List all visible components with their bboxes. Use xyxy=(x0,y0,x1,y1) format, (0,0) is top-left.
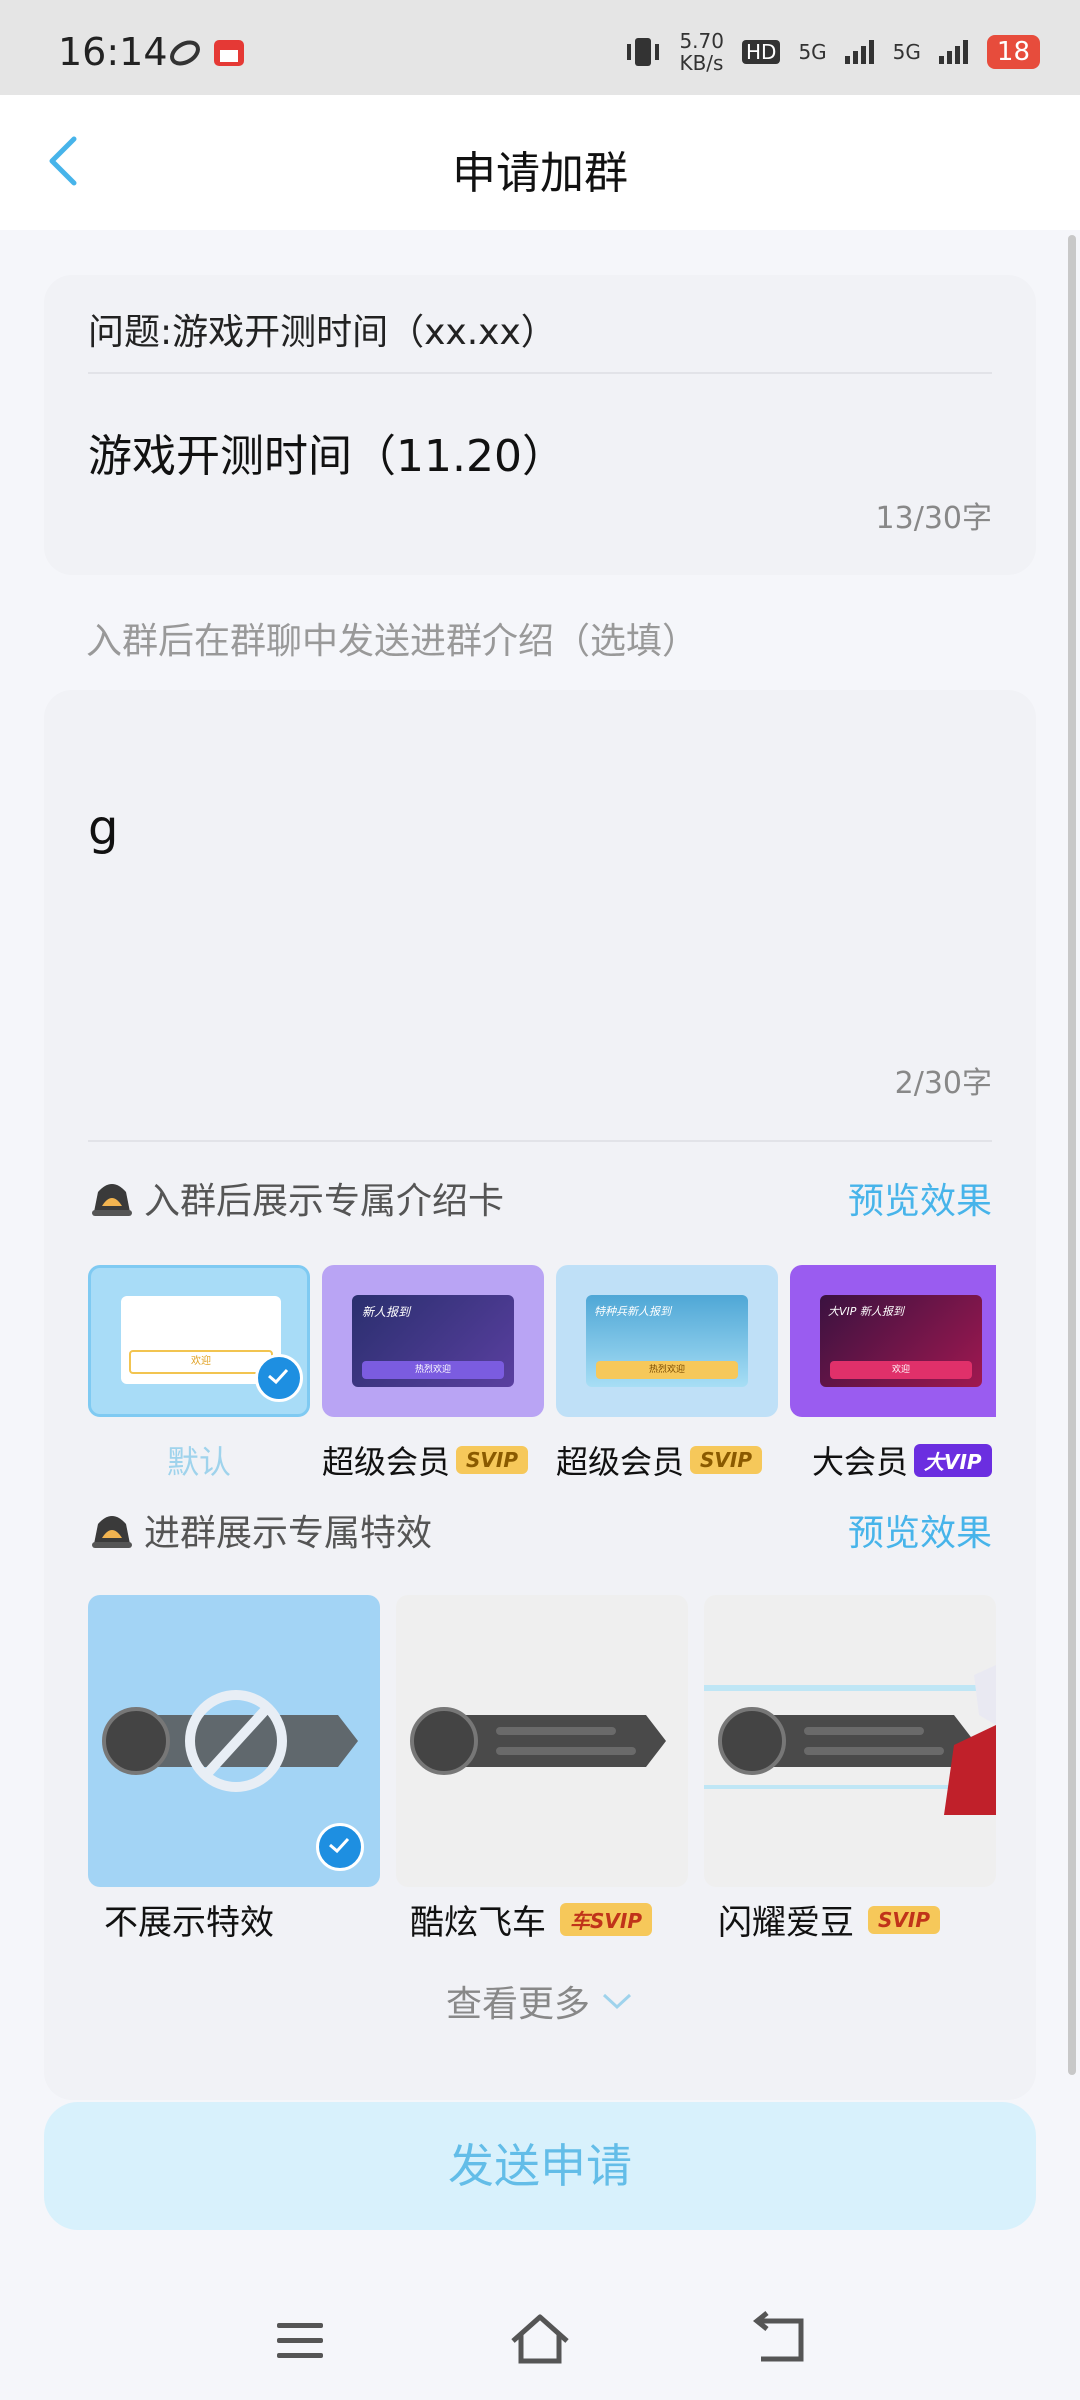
signal-icon xyxy=(844,40,874,64)
effect-label: 不展示特效 xyxy=(104,1895,404,1944)
answer-input[interactable]: 游戏开测时间（11.20） xyxy=(88,420,566,484)
status-right: 5.70 KB/s HD 5G 5G 18 xyxy=(625,30,1040,74)
page-title: 申请加群 xyxy=(452,148,628,199)
network-speed-unit: KB/s xyxy=(679,51,724,75)
hd-badge: HD xyxy=(741,40,781,64)
effect-list: 不展示特效 酷炫飞车 车SVIP 闪耀爱豆 SVIP xyxy=(88,1595,996,1955)
card-preview-button: 欢迎 xyxy=(129,1350,273,1374)
svip-badge: 车SVIP xyxy=(560,1903,652,1936)
intro-card-label-text: 默认 xyxy=(166,1443,231,1481)
effect-label: 酷炫飞车 车SVIP xyxy=(410,1895,710,1944)
question-prompt: 问题:游戏开测时间（xx.xx） xyxy=(88,312,557,353)
card-preview-title: 大VIP 新人报到 xyxy=(828,1305,904,1318)
intro-card-big-vip[interactable]: 大VIP 新人报到 欢迎 xyxy=(790,1265,996,1417)
effect-label-text: 酷炫飞车 xyxy=(410,1903,546,1943)
battery-indicator: 18 xyxy=(986,35,1040,69)
sim1-label: 5G xyxy=(798,40,827,64)
vip-badge: 大VIP xyxy=(914,1443,992,1477)
divider xyxy=(88,1140,992,1142)
app-notification-icon xyxy=(214,40,244,66)
effect-label: 闪耀爱豆 SVIP xyxy=(718,1895,996,1944)
card-preview: 大VIP 新人报到 欢迎 xyxy=(820,1295,982,1387)
view-more-label: 查看更多 xyxy=(445,1984,590,2025)
crown-icon xyxy=(92,1184,132,1216)
effect-bar-graphic xyxy=(704,1665,996,1815)
status-time: 16:14 xyxy=(58,30,168,74)
vibrate-icon xyxy=(627,38,660,66)
selected-check-icon xyxy=(255,1354,303,1402)
answer-char-count: 13/30字 xyxy=(875,501,992,536)
card-preview-button: 热烈欢迎 xyxy=(362,1361,504,1379)
system-nav-bar xyxy=(0,2285,1080,2395)
effect-cool-car[interactable] xyxy=(396,1595,688,1887)
intro-card-default[interactable]: 欢迎 xyxy=(88,1265,310,1417)
chevron-down-icon xyxy=(602,1993,632,2010)
intro-card-label-text: 大会员 xyxy=(812,1443,909,1481)
sim2-label: 5G xyxy=(892,40,921,64)
effect-none[interactable] xyxy=(88,1595,380,1887)
signal-icon xyxy=(938,40,968,64)
effect-section-label: 进群展示专属特效 xyxy=(144,1513,433,1554)
selected-check-icon xyxy=(316,1823,364,1871)
divider xyxy=(88,372,992,374)
network-speed-value: 5.70 xyxy=(679,29,724,53)
back-icon[interactable] xyxy=(745,2305,815,2375)
intro-card-svip-2[interactable]: 特种兵新人报到 热烈欢迎 xyxy=(556,1265,778,1417)
app-header: 申请加群 xyxy=(0,95,1080,230)
card-preview-title: 特种兵新人报到 xyxy=(594,1305,671,1318)
card-preview-button: 热烈欢迎 xyxy=(596,1361,738,1379)
send-request-button[interactable]: 发送申请 xyxy=(44,2102,1036,2230)
effect-label-text: 闪耀爱豆 xyxy=(718,1903,854,1943)
home-icon[interactable] xyxy=(505,2305,575,2375)
effect-section-title: 进群展示专属特效 xyxy=(88,1504,432,1556)
svip-badge: SVIP xyxy=(690,1446,762,1474)
menu-icon[interactable] xyxy=(265,2305,335,2375)
effect-bar-graphic xyxy=(410,1707,666,1775)
card-preview-button: 欢迎 xyxy=(830,1361,972,1379)
card-preview: 特种兵新人报到 热烈欢迎 xyxy=(586,1295,748,1387)
intro-card-preview-link[interactable]: 预览效果 xyxy=(848,1172,992,1224)
intro-card-label-text: 超级会员 xyxy=(556,1443,685,1481)
effect-preview-link[interactable]: 预览效果 xyxy=(848,1504,992,1556)
intro-card-label: 超级会员 SVIP xyxy=(322,1437,562,1483)
intro-card: g 2/30字 入群后展示专属介绍卡 预览效果 欢迎 默认 新人报到 热烈欢迎 … xyxy=(44,690,1036,2100)
intro-input[interactable]: g xyxy=(88,800,118,856)
intro-card-list: 欢迎 默认 新人报到 热烈欢迎 超级会员 SVIP 特种兵新人报到 热烈欢迎 超… xyxy=(88,1265,996,1485)
card-preview-title: 新人报到 xyxy=(362,1305,411,1319)
intro-card-label-text: 超级会员 xyxy=(322,1443,451,1481)
intro-card-section-title: 入群后展示专属介绍卡 xyxy=(88,1172,504,1224)
intro-card-svip-1[interactable]: 新人报到 热烈欢迎 xyxy=(322,1265,544,1417)
scrollbar[interactable] xyxy=(1068,235,1076,2075)
effect-shining-idol[interactable] xyxy=(704,1595,996,1887)
intro-card-label: 超级会员 SVIP xyxy=(556,1437,796,1483)
intro-card-section-label: 入群后展示专属介绍卡 xyxy=(144,1181,505,1222)
effect-label-text: 不展示特效 xyxy=(104,1903,274,1943)
crown-icon xyxy=(92,1516,132,1548)
intro-label: 入群后在群聊中发送进群介绍（选填） xyxy=(86,621,699,662)
question-card: 问题:游戏开测时间（xx.xx） 游戏开测时间（11.20） 13/30字 xyxy=(44,275,1036,575)
intro-card-label: 大会员 大VIP xyxy=(812,1437,996,1483)
card-preview: 新人报到 热烈欢迎 xyxy=(352,1295,514,1387)
intro-card-label: 默认 xyxy=(88,1437,310,1483)
sync-icon xyxy=(170,40,200,66)
network-speed: 5.70 KB/s xyxy=(679,30,724,74)
svip-badge: SVIP xyxy=(868,1905,940,1934)
status-bar: 16:14 5.70 KB/s HD 5G 5G 18 xyxy=(0,0,1080,95)
intro-char-count: 2/30字 xyxy=(894,1066,992,1101)
view-more-link[interactable]: 查看更多 xyxy=(44,1975,1036,2027)
svip-badge: SVIP xyxy=(456,1446,528,1474)
